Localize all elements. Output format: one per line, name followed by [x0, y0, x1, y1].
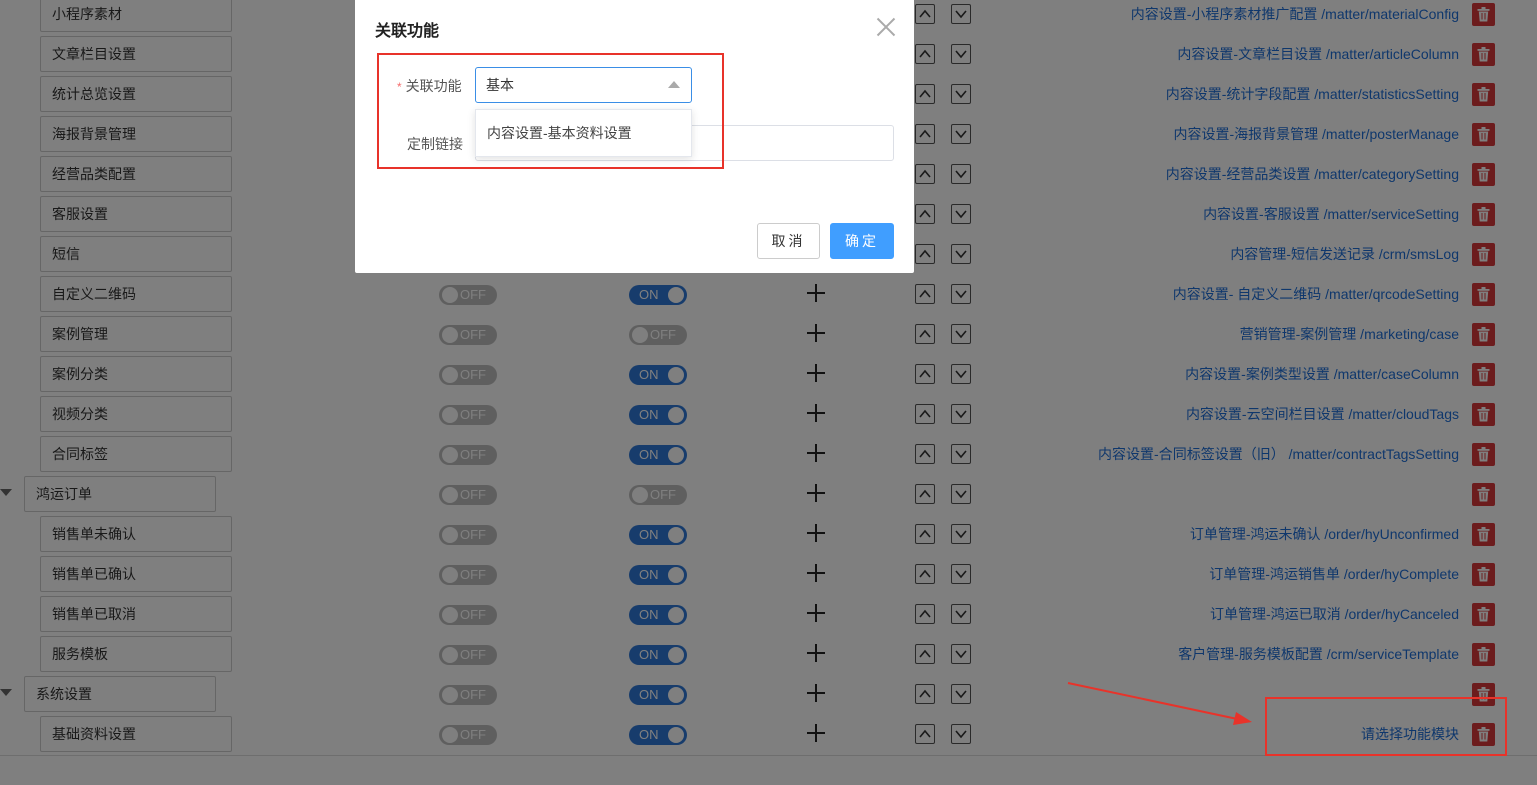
cancel-button[interactable]: 取消 — [757, 223, 820, 259]
annotation-highlight-link — [1265, 697, 1507, 756]
annotation-arrow-icon — [1067, 682, 1252, 725]
annotation-highlight-dialog — [377, 53, 724, 169]
dialog-title: 关联功能 — [375, 23, 440, 40]
close-icon[interactable] — [876, 17, 896, 37]
confirm-button[interactable]: 确定 — [830, 223, 894, 259]
